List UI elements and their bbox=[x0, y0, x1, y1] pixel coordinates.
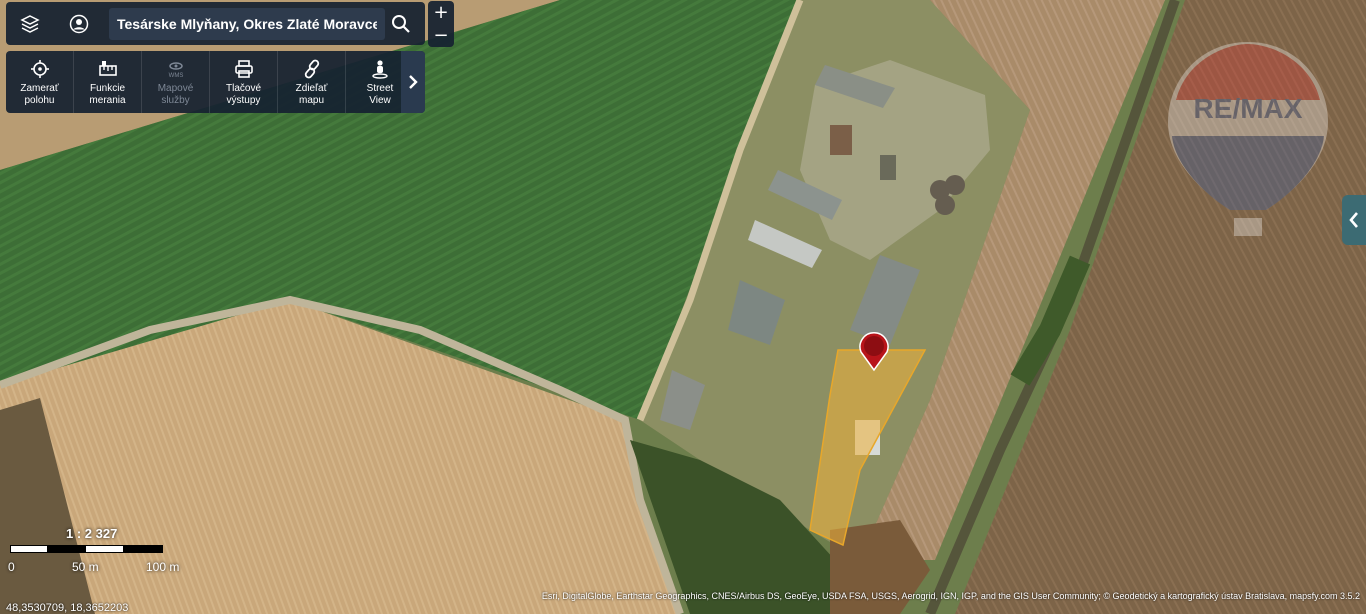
search-button[interactable] bbox=[383, 2, 419, 45]
scale-bar: 1 : 2 327 0 50 m 100 m bbox=[8, 524, 188, 574]
pegman-icon bbox=[372, 60, 388, 79]
measure-tools-button[interactable]: Funkcie merania bbox=[74, 51, 142, 113]
locate-position-button[interactable]: Zamerať polohu bbox=[6, 51, 74, 113]
watermark-text: RE/MAX bbox=[1194, 93, 1303, 124]
user-account-button[interactable] bbox=[61, 2, 97, 45]
coordinates-readout: 48,3530709, 18,3652203 bbox=[6, 602, 129, 614]
wms-icon: WMS bbox=[168, 62, 183, 79]
search-input[interactable] bbox=[109, 8, 385, 40]
link-icon bbox=[304, 59, 319, 79]
printer-icon bbox=[234, 60, 253, 78]
zoom-in-button[interactable]: + bbox=[428, 1, 454, 24]
tool-label: Mapové služby bbox=[157, 83, 194, 106]
tool-label: Zdieľať mapu bbox=[295, 83, 328, 106]
wms-label: WMS bbox=[168, 73, 183, 79]
layers-button[interactable] bbox=[12, 2, 48, 45]
tool-label: Tlačové výstupy bbox=[225, 83, 261, 106]
tool-bar: Zamerať polohu Funkcie merania WMS Mapov… bbox=[6, 51, 425, 113]
zoom-controls: + − bbox=[428, 1, 454, 47]
side-panel-toggle[interactable] bbox=[1342, 195, 1366, 245]
scale-tick-0: 0 bbox=[8, 560, 15, 574]
remax-balloon-watermark: RE/MAX bbox=[1168, 42, 1328, 236]
search-icon bbox=[392, 14, 410, 33]
zoom-out-button[interactable]: − bbox=[428, 24, 454, 47]
scale-tick-100: 100 m bbox=[146, 560, 180, 574]
crosshair-icon bbox=[30, 60, 49, 78]
scale-tick-50: 50 m bbox=[72, 560, 99, 574]
scale-segment bbox=[10, 545, 48, 553]
chevron-left-icon bbox=[1349, 212, 1358, 228]
scale-segment bbox=[123, 545, 163, 553]
map-attribution: Esri, DigitalGlobe, Earthstar Geographic… bbox=[541, 591, 1360, 601]
scale-segment bbox=[85, 545, 124, 553]
search-bar bbox=[6, 2, 425, 45]
tool-label: Street View bbox=[366, 83, 394, 106]
toolbar-next-button[interactable] bbox=[401, 51, 425, 113]
layers-icon bbox=[20, 14, 40, 33]
tool-label: Zamerať polohu bbox=[20, 83, 59, 106]
ruler-icon bbox=[98, 61, 117, 76]
tool-label: Funkcie merania bbox=[89, 83, 126, 106]
chevron-right-icon bbox=[409, 75, 418, 89]
map-services-button[interactable]: WMS Mapové služby bbox=[142, 51, 210, 113]
scale-ratio: 1 : 2 327 bbox=[66, 526, 118, 541]
share-map-button[interactable]: Zdieľať mapu bbox=[278, 51, 346, 113]
user-icon bbox=[69, 14, 89, 33]
scale-segment bbox=[47, 545, 86, 553]
print-output-button[interactable]: Tlačové výstupy bbox=[210, 51, 278, 113]
